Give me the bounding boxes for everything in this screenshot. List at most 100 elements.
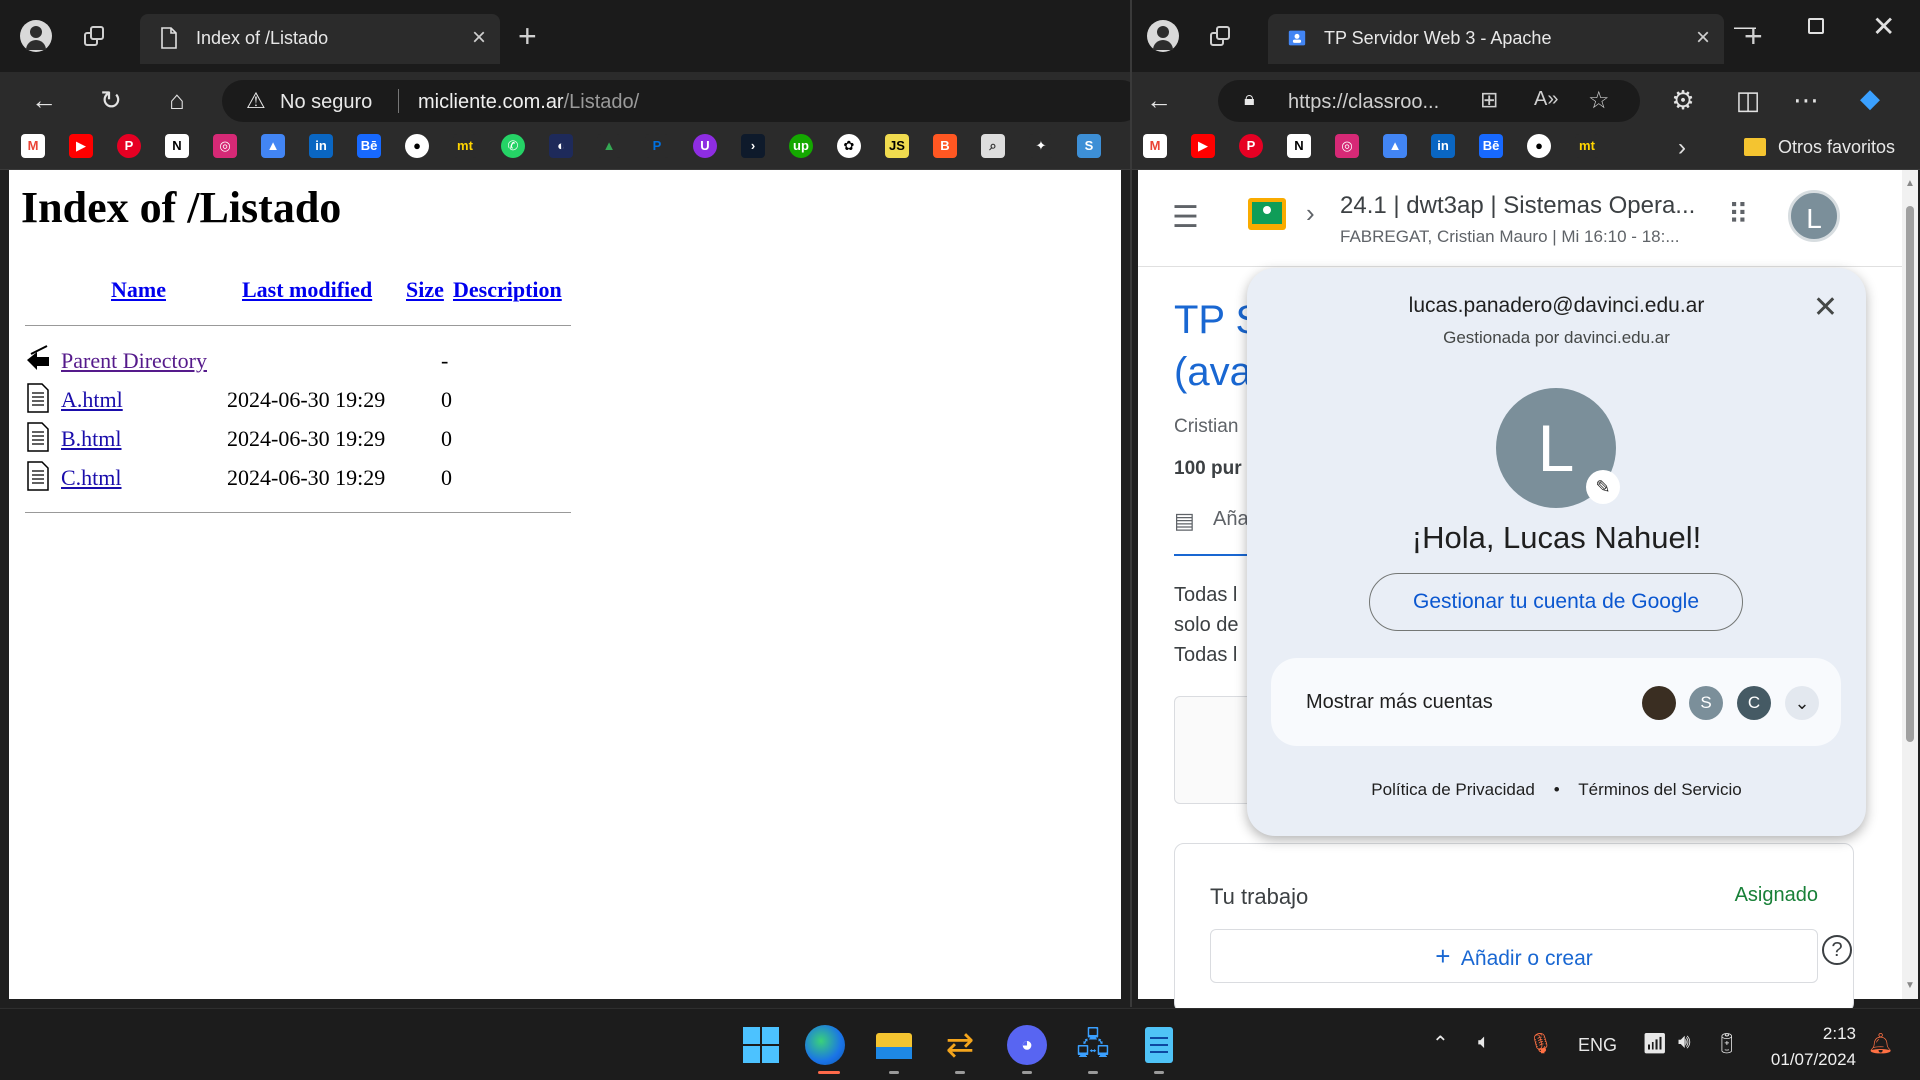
reload-icon[interactable]: ↻ — [93, 84, 129, 116]
instagram-icon[interactable]: ◎ — [1335, 134, 1359, 158]
parent-directory-link[interactable]: Parent Directory — [61, 348, 207, 374]
close-tab-icon[interactable]: × — [472, 24, 486, 52]
column-description-link[interactable]: Description — [453, 277, 562, 303]
class-comments-label[interactable]: Aña — [1213, 508, 1249, 531]
add-or-create-button[interactable]: + Añadir o crear — [1210, 929, 1818, 983]
lock-icon[interactable]: 🔒︎ — [1244, 88, 1255, 111]
column-name-link[interactable]: Name — [111, 277, 166, 303]
youtube-icon[interactable]: ▶ — [69, 134, 93, 158]
youtube-icon[interactable]: ▶ — [1191, 134, 1215, 158]
bookmarks-overflow-icon[interactable]: › — [1678, 134, 1686, 162]
network-app-icon[interactable]: 🖧︎ — [1073, 1025, 1113, 1065]
tray-chevron-up-icon[interactable]: ⌃ — [1432, 1031, 1449, 1056]
udemy-icon[interactable]: U — [693, 134, 717, 158]
chevron-down-icon[interactable]: ⌄ — [1785, 686, 1819, 720]
filezilla-icon[interactable]: ⇄ — [940, 1025, 980, 1065]
system-clock[interactable]: 2:13 01/07/2024 — [1760, 1021, 1856, 1073]
app-grid-icon[interactable]: ⊞ — [1480, 87, 1498, 113]
mask-icon[interactable]: ◐ — [549, 134, 573, 158]
speaker-icon[interactable]: 🔈︎ — [1478, 1031, 1490, 1054]
tab-index-listado[interactable]: Index of /Listado × — [140, 14, 500, 64]
favorite-star-icon[interactable]: ☆ — [1588, 86, 1610, 115]
notion-icon[interactable]: N — [1287, 134, 1311, 158]
js-icon[interactable]: JS — [885, 134, 909, 158]
tab-classroom[interactable]: TP Servidor Web 3 - Apache × — [1268, 14, 1724, 64]
mt-icon[interactable]: mt — [453, 134, 477, 158]
security-label[interactable]: No seguro — [280, 91, 372, 114]
pinterest-icon[interactable]: P — [117, 134, 141, 158]
copilot-icon[interactable]: ◆ — [1852, 82, 1888, 114]
battery-icon[interactable]: 🔋︎ — [1714, 1031, 1739, 1056]
split-screen-icon[interactable]: ◫ — [1730, 84, 1766, 116]
whatsapp-icon[interactable]: ✆ — [501, 134, 525, 158]
page-scrollbar[interactable]: ▲ ▼ — [1902, 170, 1918, 999]
address-bar[interactable]: ⚠ No seguro micliente.com.ar/Listado/ — [222, 80, 1130, 122]
classroom-bookmark-icon[interactable]: ▲ — [1383, 134, 1407, 158]
attachment-thumbnail[interactable] — [1174, 696, 1254, 804]
scrollbar-thumb[interactable] — [1906, 206, 1914, 742]
more-menu-icon[interactable]: ⋯ — [1788, 84, 1824, 116]
file-link-c[interactable]: C.html — [61, 465, 122, 491]
edit-pencil-icon[interactable]: ✎ — [1586, 470, 1620, 504]
maximize-icon[interactable] — [1808, 18, 1824, 34]
linkedin-icon[interactable]: in — [309, 134, 333, 158]
chatgpt-icon[interactable]: ✿ — [837, 134, 861, 158]
paypal-icon[interactable]: P — [645, 134, 669, 158]
search-bookmark-icon[interactable]: ⌕ — [981, 134, 1005, 158]
notion-icon[interactable]: N — [165, 134, 189, 158]
sparkle-icon[interactable]: ✦ — [1029, 134, 1053, 158]
doc-bookmark-icon[interactable]: S — [1077, 134, 1101, 158]
profile-icon[interactable] — [20, 20, 52, 52]
close-tab-icon[interactable]: × — [1696, 24, 1710, 52]
start-windows-icon[interactable] — [741, 1025, 781, 1065]
language-indicator[interactable]: ENG — [1578, 1035, 1617, 1056]
linkedin-icon[interactable]: in — [1431, 134, 1455, 158]
column-size-link[interactable]: Size — [406, 277, 444, 303]
manage-account-button[interactable]: Gestionar tu cuenta de Google — [1369, 573, 1743, 631]
apps-grid-icon[interactable]: ⠿ — [1728, 198, 1748, 231]
other-favorites-link[interactable]: Otros favoritos — [1778, 137, 1895, 158]
terms-link[interactable]: Términos del Servicio — [1578, 780, 1741, 799]
close-window-icon[interactable]: ✕ — [1872, 10, 1895, 43]
upwork-icon[interactable]: up — [789, 134, 813, 158]
privacy-link[interactable]: Política de Privacidad — [1371, 780, 1534, 799]
arrow-bookmark-icon[interactable]: › — [741, 134, 765, 158]
file-link-b[interactable]: B.html — [61, 426, 122, 452]
blogger-icon[interactable]: B — [933, 134, 957, 158]
gmail-icon[interactable]: M — [21, 134, 45, 158]
drive-icon[interactable]: ▲ — [597, 134, 621, 158]
discord-icon[interactable]: ◕ — [1007, 1025, 1047, 1065]
notification-bell-icon[interactable]: 🔔︎ — [1868, 1031, 1893, 1056]
close-icon[interactable]: ✕ — [1813, 290, 1838, 325]
file-link-a[interactable]: A.html — [61, 387, 123, 413]
behance-icon[interactable]: Bē — [1479, 134, 1503, 158]
more-accounts-row[interactable]: Mostrar más cuentas S C ⌄ — [1271, 658, 1841, 746]
github-icon[interactable]: ● — [1527, 134, 1551, 158]
workspaces-icon[interactable] — [1210, 26, 1232, 48]
volume-icon[interactable]: 🔊︎ — [1678, 1031, 1691, 1054]
github-icon[interactable]: ● — [405, 134, 429, 158]
behance-icon[interactable]: Bē — [357, 134, 381, 158]
instagram-icon[interactable]: ◎ — [213, 134, 237, 158]
edge-icon[interactable] — [805, 1025, 845, 1065]
course-title[interactable]: 24.1 | dwt3ap | Sistemas Opera... — [1340, 192, 1695, 220]
home-icon[interactable]: ⌂ — [159, 84, 195, 116]
help-icon[interactable]: ? — [1822, 935, 1852, 965]
file-explorer-icon[interactable] — [874, 1025, 914, 1065]
pinterest-icon[interactable]: P — [1239, 134, 1263, 158]
extensions-icon[interactable]: ⚙ — [1665, 84, 1701, 116]
column-modified-link[interactable]: Last modified — [242, 277, 372, 303]
hamburger-menu-icon[interactable]: ☰ — [1172, 200, 1199, 235]
gmail-icon[interactable]: M — [1143, 134, 1167, 158]
account-avatar[interactable]: L — [1788, 190, 1840, 242]
scroll-down-icon[interactable]: ▼ — [1905, 980, 1915, 991]
mt-icon[interactable]: mt — [1575, 134, 1599, 158]
notepad-icon[interactable] — [1139, 1025, 1179, 1065]
address-bar[interactable]: 🔒︎ https://classroo... ⊞ A» ☆ — [1218, 80, 1640, 122]
read-aloud-icon[interactable]: A» — [1534, 88, 1558, 111]
scroll-up-icon[interactable]: ▲ — [1905, 178, 1915, 189]
classroom-bookmark-icon[interactable]: ▲ — [261, 134, 285, 158]
microphone-icon[interactable]: 🎙︎ — [1528, 1031, 1553, 1056]
classroom-logo-icon[interactable] — [1248, 198, 1286, 230]
wifi-icon[interactable]: 📶︎ — [1642, 1031, 1667, 1056]
